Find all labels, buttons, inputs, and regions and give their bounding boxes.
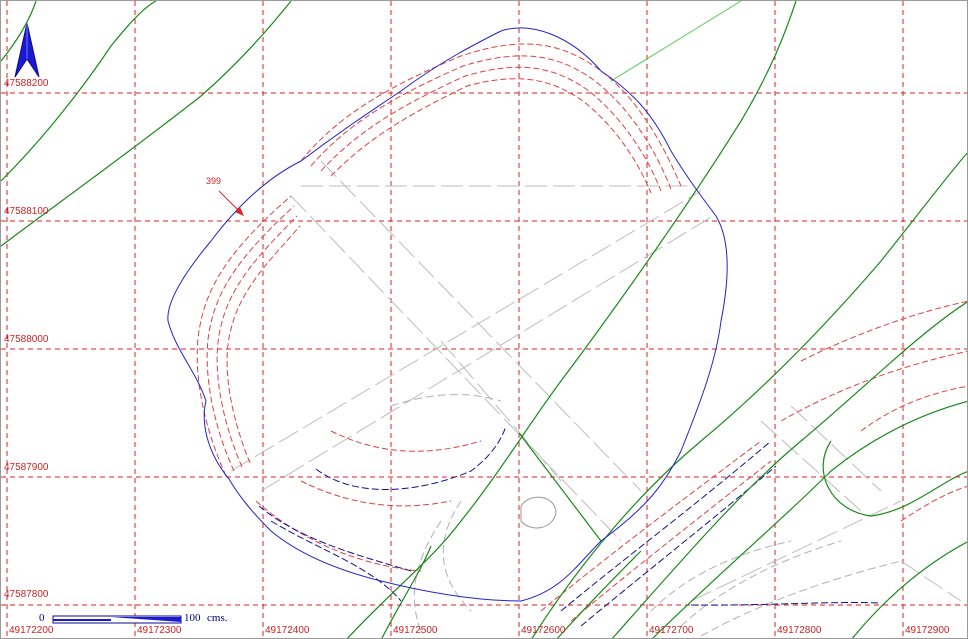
red-contour xyxy=(300,480,452,507)
red-contour xyxy=(860,385,967,432)
parcel-boundary[interactable] xyxy=(167,27,728,602)
grid-label-x: 49172900 xyxy=(905,625,950,636)
grid-label-x: 49172700 xyxy=(649,625,694,636)
red-contour xyxy=(330,430,482,452)
gray-contour xyxy=(680,540,842,627)
grid-label-x: 49172300 xyxy=(137,625,182,636)
green-contour xyxy=(652,400,967,638)
light-green-contour xyxy=(610,1,742,82)
road-line xyxy=(440,340,562,482)
parcel-number-label[interactable]: 399 xyxy=(206,176,221,186)
red-contour xyxy=(310,55,672,190)
red-contour xyxy=(320,66,662,192)
grid-label-x: 49172600 xyxy=(521,625,566,636)
light-green-contours xyxy=(610,1,742,82)
gray-contour xyxy=(390,394,502,407)
grid-label-y: 47588100 xyxy=(4,206,49,217)
scale-end-label: 100 xyxy=(184,612,201,624)
red-contour xyxy=(226,225,301,464)
red-contour xyxy=(255,500,422,572)
red-contour xyxy=(540,440,762,612)
blue-contour xyxy=(270,520,402,602)
blue-contour xyxy=(580,465,777,627)
terrain-feature xyxy=(520,496,557,529)
road-line xyxy=(260,215,714,492)
scale-bar xyxy=(52,615,182,624)
red-contour xyxy=(206,205,295,472)
scale-start-label: 0 xyxy=(39,612,45,624)
red-contour xyxy=(196,195,292,477)
grid-label-y: 47588000 xyxy=(4,334,49,345)
green-contour xyxy=(611,301,967,638)
parcel-label-arrow xyxy=(218,190,244,216)
road-line xyxy=(290,195,622,542)
grid-label-y: 47588200 xyxy=(4,78,49,89)
blue-contour xyxy=(258,505,412,572)
grid-label-x: 49172500 xyxy=(393,625,438,636)
green-contour xyxy=(518,432,602,542)
grid-label-x: 49172200 xyxy=(9,625,54,636)
north-arrow-icon xyxy=(14,22,40,78)
blue-contour xyxy=(315,425,507,490)
red-contour xyxy=(216,215,298,468)
map-canvas[interactable]: 47588200 47588100 47588000 47587900 4758… xyxy=(0,0,968,639)
gray-contour xyxy=(413,520,442,632)
red-contour xyxy=(300,43,682,187)
grid-label-x: 49172400 xyxy=(265,625,310,636)
green-contour xyxy=(531,152,967,638)
red-contours xyxy=(196,43,967,622)
grid-label-y: 47587900 xyxy=(4,462,49,473)
grid-label-y: 47587800 xyxy=(4,589,49,600)
red-contour xyxy=(800,300,967,362)
green-contour xyxy=(347,1,797,638)
blue-contour xyxy=(560,440,772,612)
blue-contours xyxy=(258,425,882,627)
road-line xyxy=(790,405,882,492)
road-line xyxy=(230,190,702,472)
red-contour xyxy=(900,486,967,522)
gray-contour xyxy=(650,540,792,612)
scale-unit-label: cms. xyxy=(207,612,228,624)
green-contour xyxy=(822,440,967,517)
grid-label-x: 49172800 xyxy=(777,625,822,636)
map-drawing xyxy=(1,1,967,638)
